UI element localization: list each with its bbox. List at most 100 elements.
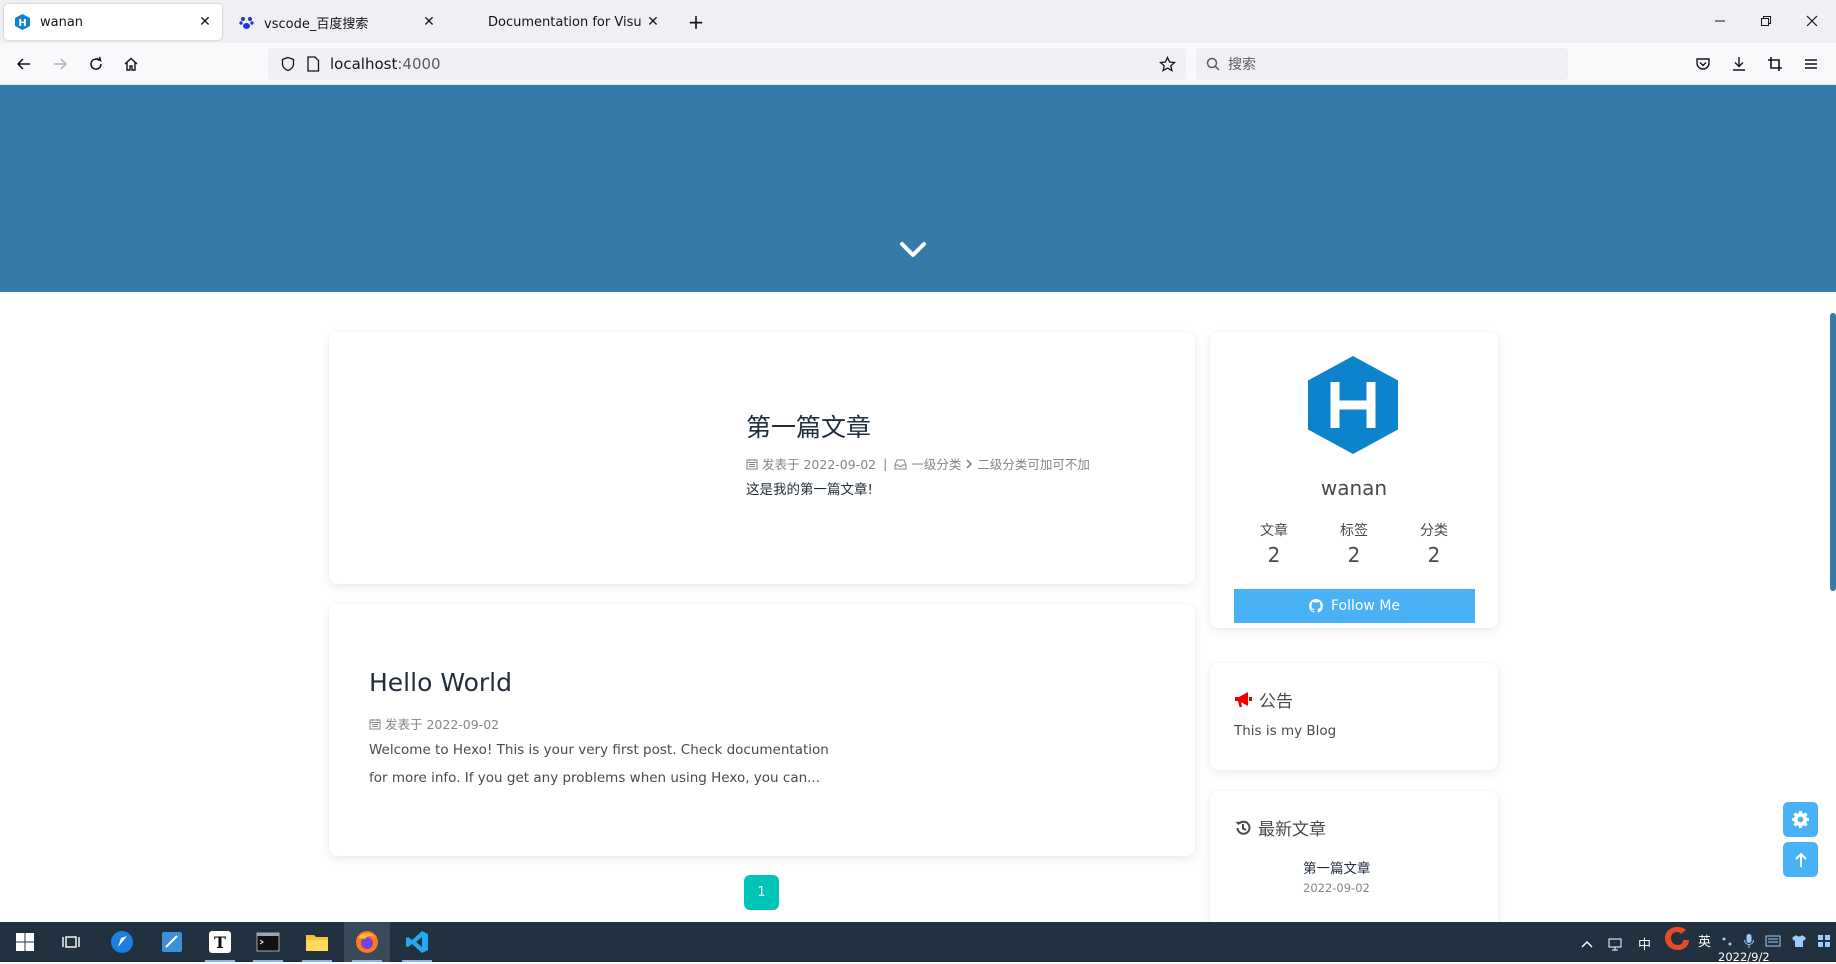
notepad-app-icon [162, 932, 182, 952]
downloads-button[interactable] [1724, 49, 1754, 79]
pocket-icon [1696, 58, 1710, 70]
page-icon [306, 56, 320, 72]
hero-banner [0, 85, 1836, 292]
minimize-icon [1715, 20, 1725, 22]
arrow-right-icon [54, 58, 68, 70]
tab-close-icon[interactable]: ✕ [642, 11, 664, 33]
tab-close-icon[interactable]: ✕ [418, 11, 440, 33]
tab-title: vscode_百度搜索 [264, 16, 369, 32]
hexo-avatar-icon [1308, 356, 1398, 454]
back-button[interactable] [9, 49, 39, 79]
stat-label: 文章 [1260, 523, 1288, 539]
windows-logo-icon [16, 933, 34, 951]
ime-toolbar: 英 [1698, 931, 1831, 950]
announcement-text: This is my Blog [1234, 723, 1337, 739]
taskbar-app-notepad[interactable] [149, 922, 195, 962]
tab-title: Documentation for Visual Studio Code [488, 14, 642, 30]
url-host: localhost [330, 55, 398, 73]
keyboard-icon[interactable] [1765, 935, 1781, 947]
home-button[interactable] [116, 49, 146, 79]
back-to-top-button[interactable] [1783, 842, 1818, 877]
announcement-title: 公告 [1259, 692, 1293, 712]
toolbox-grid-icon[interactable] [1817, 934, 1831, 948]
post-title[interactable]: 第一篇文章 [746, 408, 871, 444]
tab-vscode-baidu[interactable]: vscode_百度搜索 ✕ [228, 4, 446, 40]
minimize-button[interactable] [1700, 6, 1740, 36]
bookmark-star-icon[interactable] [1159, 55, 1176, 73]
microphone-icon[interactable] [1743, 933, 1755, 949]
recent-posts-title: 最新文章 [1258, 820, 1326, 840]
page-scrollbar[interactable] [1828, 85, 1836, 923]
forward-button[interactable] [45, 49, 75, 79]
history-icon [1235, 820, 1251, 835]
task-view-button[interactable] [48, 922, 94, 962]
post-category-2[interactable]: 二级分类可加可不加 [977, 454, 1090, 473]
scroll-down-icon[interactable] [898, 238, 928, 262]
follow-me-button[interactable]: Follow Me [1234, 589, 1475, 623]
sogou-ime-icon[interactable] [1660, 924, 1694, 954]
shield-icon[interactable] [280, 56, 296, 72]
taskbar-app-terminal[interactable] [245, 922, 291, 962]
taskbar-app-vscode[interactable] [394, 922, 440, 962]
ime-en-indicator[interactable]: 英 [1698, 931, 1711, 950]
system-tray: 中 [1580, 934, 1651, 953]
pocket-button[interactable] [1688, 49, 1718, 79]
taskbar-app-file-explorer[interactable] [294, 922, 340, 962]
stat-value: 2 [1427, 543, 1441, 567]
reload-button[interactable] [81, 49, 111, 79]
skin-shirt-icon[interactable] [1791, 934, 1807, 948]
new-tab-button[interactable]: + [684, 10, 708, 34]
meta-separator: | [883, 456, 888, 471]
post-category-1[interactable]: 一级分类 [911, 454, 961, 473]
vscode-icon [406, 931, 428, 953]
post-excerpt: 这是我的第一篇文章! [746, 482, 873, 498]
close-window-button[interactable] [1792, 6, 1832, 36]
excerpt-line: Welcome to Hexo! This is your very first… [369, 742, 829, 758]
gear-icon [1792, 811, 1809, 828]
menu-button[interactable] [1796, 49, 1826, 79]
arrow-up-icon [1794, 852, 1807, 867]
reload-icon [90, 56, 102, 70]
inbox-icon [894, 459, 907, 469]
taskbar: T 中 英 2022/9/2 [0, 922, 1836, 964]
svg-text:H: H [18, 18, 26, 29]
arrow-left-icon [16, 58, 30, 70]
taskbar-app-feishu[interactable] [99, 922, 145, 962]
author-name: wanan [1320, 476, 1388, 500]
navigation-toolbar: localhost:4000 搜索 [0, 43, 1836, 85]
start-button[interactable] [2, 922, 48, 962]
recent-post-date: 2022-09-02 [1303, 881, 1370, 895]
recent-post-item[interactable]: 第一篇文章 2022-09-02 [1303, 857, 1371, 895]
post-card: 第一篇文章 发表于 2022-09-02 | 一级分类 二级分类可加可不加 这是… [329, 332, 1195, 584]
search-bar[interactable]: 搜索 [1196, 48, 1568, 80]
recent-post-title[interactable]: 第一篇文章 [1303, 857, 1371, 877]
restore-button[interactable] [1746, 6, 1786, 36]
excerpt-line: for more info. If you get any problems w… [369, 770, 821, 786]
tab-bar: H wanan ✕ vscode_百度搜索 ✕ Documentation fo… [0, 0, 1836, 43]
post-title[interactable]: Hello World [369, 668, 512, 697]
folder-icon [306, 935, 328, 951]
chevron-up-icon[interactable] [1580, 939, 1594, 949]
post-excerpt: Welcome to Hexo! This is your very first… [369, 736, 829, 792]
tab-vscode-docs[interactable]: Documentation for Visual Studio Code ✕ [452, 4, 670, 40]
url-text[interactable]: localhost:4000 [330, 55, 441, 73]
stat-tags[interactable]: 标签 2 [1314, 520, 1394, 567]
address-bar[interactable]: localhost:4000 [268, 48, 1186, 80]
settings-button[interactable] [1783, 802, 1818, 837]
post-date: 发表于 2022-09-02 [762, 457, 877, 472]
stat-value: 2 [1267, 543, 1281, 567]
stat-categories[interactable]: 分类 2 [1394, 520, 1474, 567]
scrollbar-thumb[interactable] [1830, 313, 1836, 591]
punctuation-icon[interactable] [1721, 935, 1733, 947]
tab-wanan[interactable]: H wanan ✕ [4, 4, 222, 40]
taskbar-app-firefox[interactable] [344, 922, 390, 962]
url-port: :4000 [397, 55, 441, 73]
extensions-button[interactable] [1760, 49, 1790, 79]
pagination-page-1[interactable]: 1 [744, 875, 779, 910]
stat-articles[interactable]: 文章 2 [1234, 520, 1314, 567]
github-icon [1308, 599, 1323, 613]
network-icon[interactable] [1608, 937, 1624, 951]
tab-close-icon[interactable]: ✕ [194, 11, 216, 33]
ime-cn-indicator[interactable]: 中 [1638, 934, 1651, 953]
taskbar-app-typora[interactable]: T [197, 922, 243, 962]
